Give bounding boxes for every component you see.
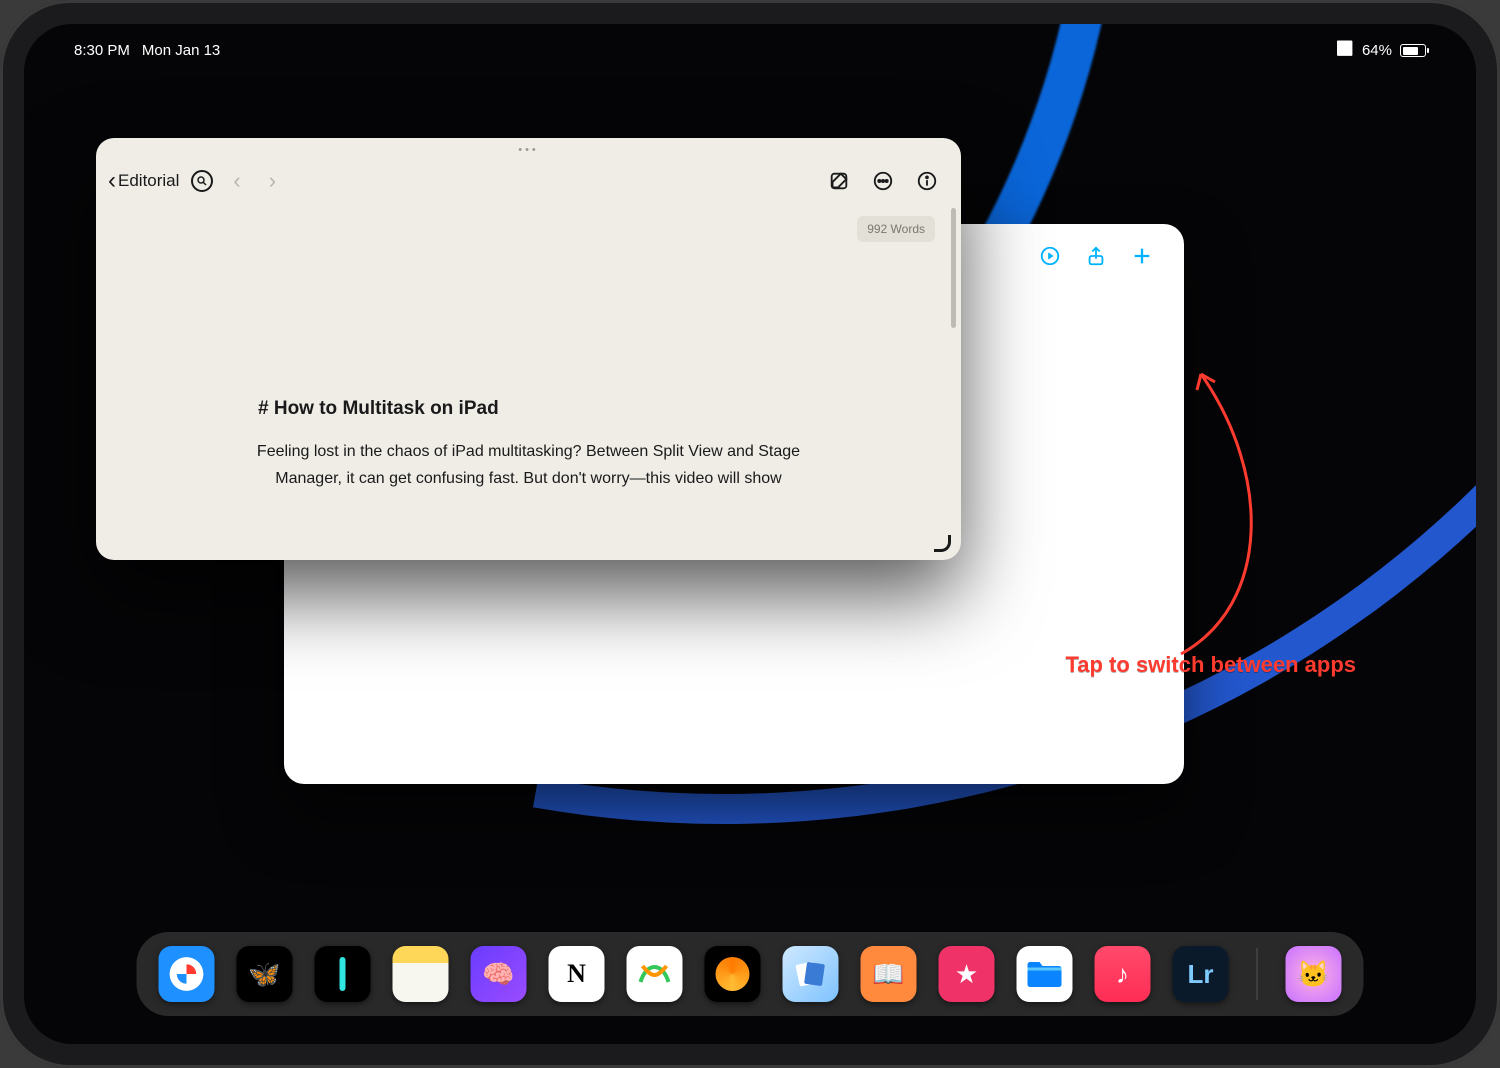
editor-app-window[interactable]: ••• ‹ Editorial ‹ › xyxy=(96,138,961,560)
dock-app-notion[interactable]: N xyxy=(549,946,605,1002)
dock-app-books[interactable]: 📖 xyxy=(861,946,917,1002)
resize-handle-icon[interactable] xyxy=(935,536,951,552)
doc-heading: # How to Multitask on iPad xyxy=(258,398,901,420)
doc-paragraph: Feeling lost in the chaos of iPad multit… xyxy=(249,438,809,492)
annotation-text: Tap to switch between apps xyxy=(1065,652,1356,678)
dock-app-notes[interactable] xyxy=(393,946,449,1002)
dock-app-files[interactable] xyxy=(1017,946,1073,1002)
screen: 8:30 PM Mon Jan 13 64% xyxy=(24,24,1476,1044)
dock-app-freeform[interactable] xyxy=(627,946,683,1002)
dock-app-cyan-bar[interactable] xyxy=(315,946,371,1002)
word-count-badge: 992 Words xyxy=(857,216,935,242)
dock-separator xyxy=(1257,948,1258,1000)
history-forward-icon[interactable]: › xyxy=(261,168,284,194)
status-bar: 8:30 PM Mon Jan 13 64% xyxy=(24,42,1476,59)
status-time: 8:30 PM xyxy=(74,42,130,59)
dock-app-orange[interactable] xyxy=(705,946,761,1002)
wifi-icon xyxy=(1336,44,1354,58)
dock-app-butterfly[interactable]: 🦋 xyxy=(237,946,293,1002)
battery-pct: 64% xyxy=(1362,42,1392,59)
battery-icon xyxy=(1400,44,1426,57)
document-body[interactable]: # How to Multitask on iPad Feeling lost … xyxy=(96,248,961,560)
compose-icon[interactable] xyxy=(827,169,851,193)
dock-app-music[interactable]: ♪ xyxy=(1095,946,1151,1002)
window-handle-icon[interactable]: ••• xyxy=(518,144,539,156)
dock-app-safari[interactable] xyxy=(159,946,215,1002)
history-back-icon[interactable]: ‹ xyxy=(225,168,248,194)
dock-recent-avatar[interactable]: 🐱 xyxy=(1286,946,1342,1002)
dock-app-brain[interactable]: 🧠 xyxy=(471,946,527,1002)
back-label: Editorial xyxy=(118,171,179,191)
chevron-left-icon: ‹ xyxy=(108,174,116,188)
plus-icon[interactable] xyxy=(1130,244,1154,268)
dock-app-star[interactable]: ★ xyxy=(939,946,995,1002)
annotation-arrow xyxy=(1081,354,1281,664)
dock-app-lightroom[interactable]: Lr xyxy=(1173,946,1229,1002)
status-date: Mon Jan 13 xyxy=(142,42,220,59)
ipad-frame: 8:30 PM Mon Jan 13 64% xyxy=(0,0,1500,1068)
more-icon[interactable] xyxy=(871,169,895,193)
search-icon[interactable] xyxy=(191,170,213,192)
dock: 🦋 🧠 N 📖 ★ ♪ Lr 🐱 xyxy=(137,932,1364,1016)
info-icon[interactable] xyxy=(915,169,939,193)
dock-app-shortcuts[interactable] xyxy=(783,946,839,1002)
share-icon[interactable] xyxy=(1084,244,1108,268)
back-button[interactable]: ‹ Editorial xyxy=(108,171,179,191)
play-icon[interactable] xyxy=(1038,244,1062,268)
